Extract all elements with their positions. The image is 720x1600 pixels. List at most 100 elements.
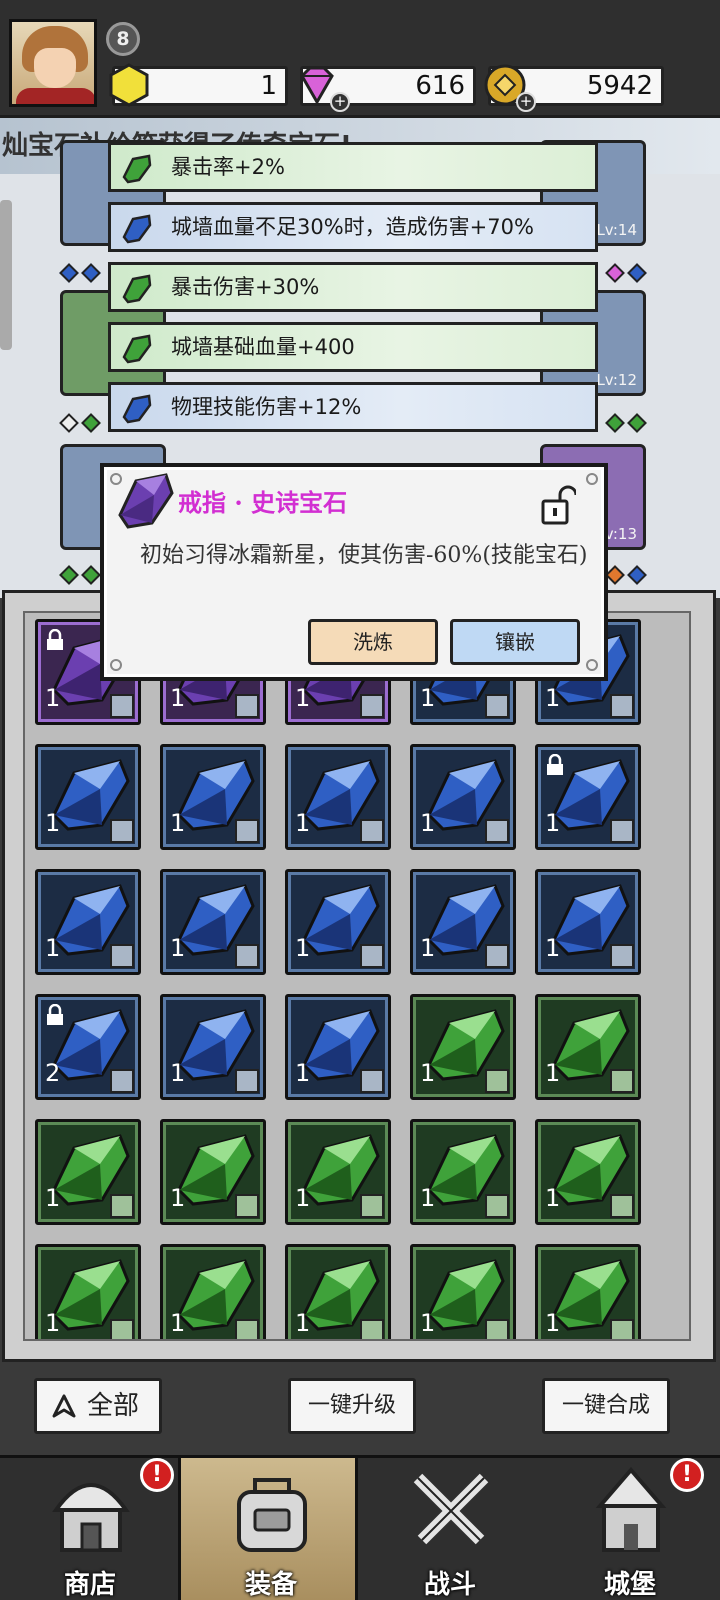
- gem-count: 1: [545, 1059, 561, 1087]
- add-diamond-button[interactable]: +: [330, 92, 350, 112]
- lock-icon: [547, 754, 563, 775]
- stat-row: 城墙基础血量+400: [108, 322, 598, 372]
- stat-label: 物理技能伤害+12%: [171, 395, 362, 419]
- unlock-icon[interactable]: [540, 485, 576, 525]
- helmet-slot-icon: [235, 694, 259, 718]
- weapon-slot-icon: [110, 1319, 134, 1339]
- filter-triangle-icon: [52, 1394, 76, 1418]
- corner-rivet: [586, 473, 598, 485]
- gem-cell-blue[interactable]: 1: [410, 744, 516, 850]
- gem-count: 1: [545, 684, 561, 712]
- helmet-slot-icon: [360, 694, 384, 718]
- boots-slot-icon: [110, 1194, 134, 1218]
- gem-cell-green[interactable]: 1: [410, 1244, 516, 1339]
- gem-count: 1: [295, 1309, 311, 1337]
- gem-cell-blue[interactable]: 1: [285, 994, 391, 1100]
- gem-cell-green[interactable]: 1: [160, 1119, 266, 1225]
- one-click-upgrade-button[interactable]: 一键升级: [288, 1378, 416, 1434]
- gem-cell-blue[interactable]: 1: [35, 869, 141, 975]
- gem-count: 1: [545, 809, 561, 837]
- gem-cell-blue[interactable]: 1: [160, 994, 266, 1100]
- stat-label: 暴击率+2%: [171, 155, 285, 179]
- weapon-slot-icon: [235, 1319, 259, 1339]
- gem-count: 1: [45, 1184, 61, 1212]
- boots-slot-icon: [235, 1194, 259, 1218]
- add-gold-button[interactable]: +: [516, 92, 536, 112]
- player-avatar[interactable]: [9, 19, 97, 107]
- gem-cell-green[interactable]: 1: [35, 1244, 141, 1339]
- bottom-nav: 商店 ! 装备 战斗 城堡 !: [0, 1455, 720, 1600]
- gem-count: 1: [45, 809, 61, 837]
- weapon-slot-icon: [360, 944, 384, 968]
- side-scroll-handle[interactable]: [0, 200, 12, 350]
- backpack-icon: [237, 1478, 307, 1552]
- ring-slot-icon: [610, 694, 634, 718]
- gem-count: 1: [170, 1309, 186, 1337]
- necklace-slot-icon: [235, 1069, 259, 1093]
- castle-alert-badge: !: [670, 1458, 704, 1492]
- necklace-slot-icon: [110, 1069, 134, 1093]
- gem-count: 1: [545, 1184, 561, 1212]
- gem-count: 1: [45, 1309, 61, 1337]
- gem-inventory-grid[interactable]: 1 1 1 1 1 1 1 1 1 1 1 1 1 1 1 2 1 1 1 1 1 1 1 1 1 1 1 1 1 1: [23, 611, 691, 1341]
- nav-label: 战斗: [423, 1570, 476, 1600]
- gem-cell-green[interactable]: 1: [285, 1119, 391, 1225]
- gem-cell-green[interactable]: 1: [160, 1244, 266, 1339]
- stat-row: 暴击伤害+30%: [108, 262, 598, 312]
- gem-count: 1: [420, 1309, 436, 1337]
- gem-count: 2: [45, 1059, 61, 1087]
- gem-cell-blue[interactable]: 2: [35, 994, 141, 1100]
- ring-slot-icon: [485, 694, 509, 718]
- gem-count: 1: [295, 1059, 311, 1087]
- gem-count: 1: [295, 684, 311, 712]
- helmet-slot-icon: [610, 1319, 634, 1339]
- gem-cell-blue[interactable]: 1: [535, 744, 641, 850]
- stat-row: 城墙血量不足30%时，造成伤害+70%: [108, 202, 598, 252]
- epic-gem-icon: [118, 473, 174, 529]
- stat-label: 暴击伤害+30%: [171, 275, 320, 299]
- stat-label: 城墙基础血量+400: [171, 335, 355, 359]
- player-level-badge: 8: [106, 22, 140, 56]
- one-click-merge-button[interactable]: 一键合成: [542, 1378, 670, 1434]
- gem-cell-blue[interactable]: 1: [35, 744, 141, 850]
- gem-cell-blue[interactable]: 1: [285, 869, 391, 975]
- gem-cell-blue[interactable]: 1: [410, 869, 516, 975]
- corner-rivet: [586, 659, 598, 671]
- gem-count: 1: [420, 684, 436, 712]
- gem-cell-blue[interactable]: 1: [285, 744, 391, 850]
- popup-description: 初始习得冰霜新星，使其伤害-60%(技能宝石): [140, 543, 588, 568]
- gem-count: 1: [295, 809, 311, 837]
- gem-cell-blue[interactable]: 1: [160, 869, 266, 975]
- weapon-slot-icon: [360, 1319, 384, 1339]
- lock-icon: [47, 1004, 63, 1025]
- gem-count: 1: [170, 934, 186, 962]
- green-gem-icon: [122, 154, 152, 184]
- shop-icon: [52, 1483, 130, 1552]
- gem-cell-green[interactable]: 1: [410, 994, 516, 1100]
- gem-cell-green[interactable]: 1: [535, 994, 641, 1100]
- nav-label: 装备: [244, 1570, 297, 1600]
- gem-cell-blue[interactable]: 1: [535, 869, 641, 975]
- helmet-slot-icon: [485, 944, 509, 968]
- boots-slot-icon: [485, 819, 509, 843]
- filter-label: 全部: [86, 1391, 139, 1421]
- nav-tab-equipment[interactable]: 装备: [178, 1458, 358, 1600]
- gem-cell-green[interactable]: 1: [35, 1119, 141, 1225]
- inlay-button[interactable]: 镶嵌: [450, 619, 580, 665]
- filter-all-button[interactable]: 全部: [34, 1378, 162, 1434]
- gem-detail-popup: 戒指 · 史诗宝石 初始习得冰霜新星，使其伤害-60%(技能宝石) 洗炼 镶嵌: [100, 463, 608, 681]
- gem-cell-green[interactable]: 1: [285, 1244, 391, 1339]
- gem-count: 1: [45, 684, 61, 712]
- necklace-slot-icon: [610, 944, 634, 968]
- gem-cell-green[interactable]: 1: [535, 1244, 641, 1339]
- shop-alert-badge: !: [140, 1458, 174, 1492]
- gem-cell-green[interactable]: 1: [535, 1119, 641, 1225]
- stat-label: 城墙血量不足30%时，造成伤害+70%: [171, 215, 534, 239]
- nav-tab-battle[interactable]: 战斗: [360, 1458, 540, 1600]
- necklace-slot-icon: [360, 1069, 384, 1093]
- refine-button[interactable]: 洗炼: [308, 619, 438, 665]
- gem-cell-green[interactable]: 1: [410, 1119, 516, 1225]
- gem-cell-blue[interactable]: 1: [160, 744, 266, 850]
- weapon-slot-icon: [610, 1194, 634, 1218]
- equip-level: Lv:12: [596, 371, 637, 389]
